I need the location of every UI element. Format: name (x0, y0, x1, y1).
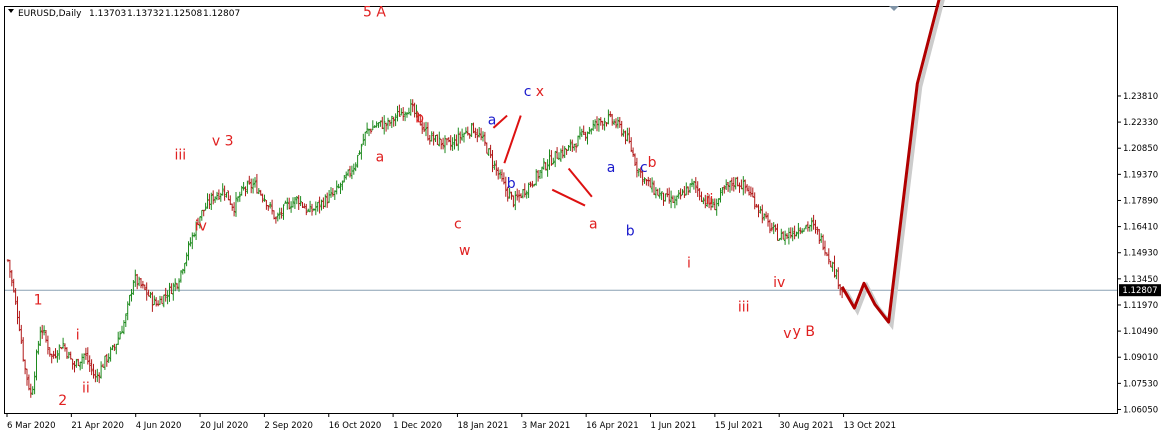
y-tick-label: 1.11970 (1123, 301, 1158, 311)
y-tick-label: 1.13450 (1123, 275, 1158, 285)
wave-label: iv (195, 218, 207, 234)
y-tick-label: 1.23810 (1123, 92, 1158, 102)
wave-label: b (648, 155, 657, 171)
x-tick-label: 3 Mar 2021 (522, 421, 570, 431)
x-tick-label: 1 Dec 2020 (393, 421, 442, 431)
wave-label: a (376, 149, 385, 165)
x-tick-label: 1 Jun 2021 (651, 421, 697, 431)
wave-label: w (459, 243, 470, 259)
chart-background (0, 0, 1167, 439)
wave-label: iv (773, 275, 785, 291)
wave-label: b (626, 224, 635, 240)
wave-label: y B (793, 324, 815, 340)
y-tick-label: 1.06050 (1123, 405, 1158, 415)
y-tick-label: 1.17890 (1123, 196, 1158, 206)
wave-label: i (687, 255, 691, 271)
wave-label: b (415, 111, 424, 127)
x-tick-label: 2 Sep 2020 (264, 421, 312, 431)
price-chart[interactable]: 1.06050 1.07530 1.09010 1.10490 1.11970 1.134… (0, 0, 1167, 439)
y-tick-label: 1.16410 (1123, 223, 1158, 233)
wave-label: i (76, 328, 80, 344)
y-tick-label: 1.22330 (1123, 118, 1158, 128)
x-tick-label: 30 Aug 2021 (779, 421, 833, 431)
wave-label: ii (82, 381, 90, 397)
y-tick-label: 1.20850 (1123, 144, 1158, 154)
wave-label: 1 (34, 292, 43, 308)
high-value: 1.13732 (127, 9, 164, 19)
y-tick-label: 1.09010 (1123, 353, 1158, 363)
chart-container[interactable]: 1.06050 1.07530 1.09010 1.10490 1.11970 1.134… (0, 0, 1167, 439)
wave-label: iii (738, 300, 750, 316)
wave-label: a (607, 160, 616, 176)
symbol-label: EURUSD,Daily (18, 9, 82, 19)
wave-label: a (488, 112, 497, 128)
y-tick-label: 1.19370 (1123, 170, 1158, 180)
current-price-tag: 1.12807 (1119, 284, 1161, 297)
x-tick-label: 16 Oct 2020 (329, 421, 382, 431)
wave-label: iii (174, 148, 186, 164)
low-value: 1.12508 (165, 9, 202, 19)
y-tick-label: 1.07530 (1123, 379, 1158, 389)
wave-label: c (524, 84, 532, 100)
wave-label: c (454, 217, 462, 233)
x-tick-label: 4 Jun 2020 (136, 421, 182, 431)
wave-label: 5 A (363, 5, 386, 21)
y-tick-label: 1.14930 (1123, 249, 1158, 259)
x-tick-label: 16 Apr 2021 (586, 421, 639, 431)
wave-label: 2 (58, 393, 67, 409)
close-value: 1.12807 (203, 9, 240, 19)
wave-label: ii (706, 192, 714, 208)
wave-label: a (589, 217, 598, 233)
current-price-label: 1.12807 (1122, 286, 1157, 296)
open-value: 1.13703 (89, 9, 126, 19)
x-tick-label: 6 Mar 2020 (7, 421, 55, 431)
x-tick-label: 18 Jan 2021 (457, 421, 508, 431)
x-tick-label: 13 Oct 2021 (844, 421, 897, 431)
wave-label: v 3 (212, 134, 234, 150)
y-tick-label: 1.10490 (1123, 327, 1158, 337)
wave-label: b (507, 176, 516, 192)
x-tick-label: 15 Jul 2021 (715, 421, 763, 431)
wave-label: x (536, 84, 544, 100)
wave-label: v (783, 326, 791, 342)
x-tick-label: 21 Apr 2020 (71, 421, 124, 431)
x-tick-label: 20 Jul 2020 (200, 421, 248, 431)
chart-header: EURUSD,Daily 1.13703 1.13732 1.12508 1.1… (8, 9, 240, 19)
wave-label: c (640, 160, 648, 176)
